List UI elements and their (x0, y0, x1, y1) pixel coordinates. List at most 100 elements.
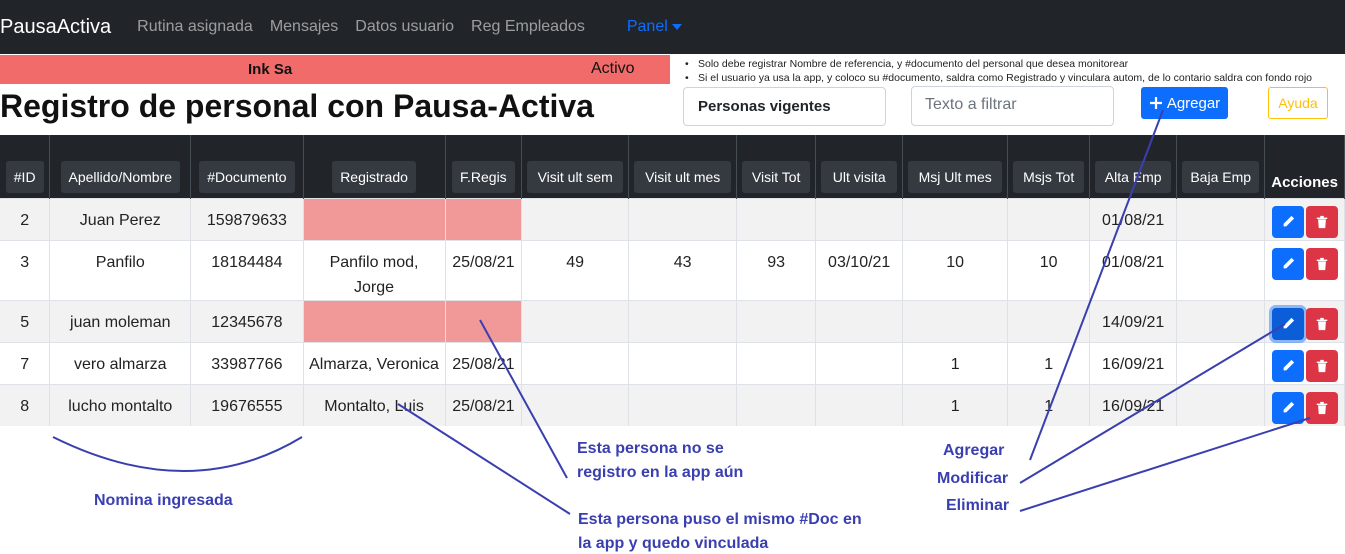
page-title: Registro de personal con Pausa-Activa (0, 88, 594, 124)
cell-name: juan moleman (49, 299, 192, 342)
edit-button[interactable] (1271, 205, 1304, 238)
cell-baja (1176, 341, 1266, 384)
company-bar (0, 55, 670, 84)
cell-fregis: 25/08/21 (445, 383, 523, 426)
cell-msj-mes: 1 (902, 383, 1009, 426)
delete-button[interactable] (1305, 205, 1338, 238)
cell-alta: 16/09/21 (1089, 383, 1178, 426)
cell-msjs-tot: 10 (1007, 239, 1091, 300)
cell-name: Panfilo (49, 239, 192, 300)
annotation-modificar: Modificar (937, 470, 1009, 487)
cell-msj-mes (902, 197, 1009, 240)
delete-button[interactable] (1305, 349, 1338, 382)
cell-doc: 33987766 (190, 341, 304, 384)
edit-button[interactable] (1271, 391, 1304, 424)
nav-rutina[interactable]: Rutina asignada (137, 18, 253, 36)
delete-button[interactable] (1305, 307, 1338, 340)
cell-visit-mes: 43 (628, 239, 738, 300)
cell-msj-mes: 10 (902, 239, 1009, 300)
col-registered-header[interactable]: Registrado (332, 160, 416, 193)
cell-id: 5 (0, 299, 51, 342)
brand-logo[interactable]: PausaActiva (0, 16, 111, 39)
cell-ult-visita: 03/10/21 (815, 239, 904, 300)
cell-registered: Montalto, Luis (303, 383, 446, 426)
col-visit-mes-header[interactable]: Visit ult mes (634, 160, 732, 193)
arrow-eliminar (1019, 417, 1311, 512)
cell-fregis (445, 197, 523, 240)
col-alta-header[interactable]: Alta Emp (1095, 160, 1172, 193)
col-fregis-header[interactable]: F.Regis (452, 160, 515, 193)
company-name: Ink Sa (248, 61, 293, 78)
instruction-item: Solo debe registrar Nombre de referencia… (684, 57, 1312, 71)
annotation-eliminar: Eliminar (946, 497, 1010, 514)
cell-ult-visita (815, 383, 904, 426)
nav-datos-usuario[interactable]: Datos usuario (355, 18, 454, 36)
edit-button[interactable] (1271, 247, 1304, 280)
cell-alta: 01/08/21 (1089, 197, 1178, 240)
nav-reg-empleados[interactable]: Reg Empleados (471, 18, 585, 36)
cell-baja (1176, 299, 1266, 342)
cell-actions (1264, 239, 1345, 300)
table-row: 8 lucho montalto 19676555 Montalto, Luis… (0, 383, 1345, 426)
trash-icon (1316, 401, 1327, 414)
cell-msjs-tot (1007, 197, 1091, 240)
nav-mensajes[interactable]: Mensajes (270, 18, 338, 36)
cell-visit-mes (628, 299, 738, 342)
cell-fregis (445, 299, 523, 342)
cell-name: lucho montalto (49, 383, 192, 426)
annotation-vinculada: Esta persona puso el mismo #Doc en la ap… (578, 511, 862, 552)
cell-fregis: 25/08/21 (445, 341, 523, 384)
pencil-icon (1283, 359, 1294, 370)
cell-visit-sem: 49 (521, 239, 630, 300)
edit-button[interactable] (1271, 349, 1304, 382)
col-msj-mes-header[interactable]: Msj Ult mes (908, 160, 1003, 193)
cell-baja (1176, 239, 1266, 300)
help-button[interactable]: Ayuda (1268, 87, 1328, 119)
delete-button[interactable] (1305, 391, 1338, 424)
cell-visit-mes (628, 383, 738, 426)
cell-doc: 18184484 (190, 239, 304, 300)
col-visit-sem-header[interactable]: Visit ult sem (527, 160, 624, 193)
cell-actions (1264, 299, 1345, 342)
cell-registered (303, 299, 446, 342)
instruction-item: Si el usuario ya usa la app, y coloco su… (684, 71, 1312, 85)
cell-ult-visita (815, 341, 904, 384)
add-button[interactable]: Agregar (1141, 87, 1228, 119)
cell-msjs-tot: 1 (1007, 383, 1091, 426)
cell-registered: Panfilo mod, Jorge (303, 239, 446, 300)
cell-id: 7 (0, 341, 51, 384)
cell-visit-tot (736, 197, 817, 240)
col-ult-visita-header[interactable]: Ult visita (821, 160, 898, 193)
annotation-no-registro: Esta persona no se registro en la app aú… (577, 440, 744, 481)
cell-actions (1264, 341, 1345, 384)
col-name-header[interactable]: Apellido/Nombre (60, 160, 181, 193)
col-msjs-tot-header[interactable]: Msjs Tot (1013, 160, 1085, 193)
filter-input[interactable]: Texto a filtrar (911, 86, 1114, 126)
cell-visit-mes (628, 341, 738, 384)
cell-baja (1176, 197, 1266, 240)
cell-visit-tot: 93 (736, 239, 817, 300)
cell-registered (303, 197, 446, 240)
cell-alta: 16/09/21 (1089, 341, 1178, 384)
nav-panel-label: Panel (626, 18, 668, 35)
nav-panel-dropdown[interactable]: Panel (627, 18, 682, 36)
edit-button[interactable] (1271, 307, 1304, 340)
delete-button[interactable] (1305, 247, 1338, 280)
col-baja-header[interactable]: Baja Emp (1182, 160, 1260, 193)
col-doc-header[interactable]: #Documento (199, 160, 295, 193)
cell-ult-visita (815, 197, 904, 240)
cell-visit-sem (521, 299, 630, 342)
cell-registered: Almarza, Veronica (303, 341, 446, 384)
instructions-list: Solo debe registrar Nombre de referencia… (684, 57, 1312, 85)
cell-fregis: 25/08/21 (445, 239, 523, 300)
cell-doc: 19676555 (190, 383, 304, 426)
cell-visit-mes (628, 197, 738, 240)
cell-msjs-tot (1007, 299, 1091, 342)
col-id-header[interactable]: #ID (5, 160, 44, 193)
cell-ult-visita (815, 299, 904, 342)
cell-name: vero almarza (49, 341, 192, 384)
col-visit-tot-header[interactable]: Visit Tot (742, 160, 811, 193)
caret-down-icon (671, 23, 682, 30)
status-select[interactable]: Personas vigentes (683, 87, 886, 126)
table-header-row: #ID Apellido/Nombre #Documento Registrad… (0, 135, 1345, 198)
